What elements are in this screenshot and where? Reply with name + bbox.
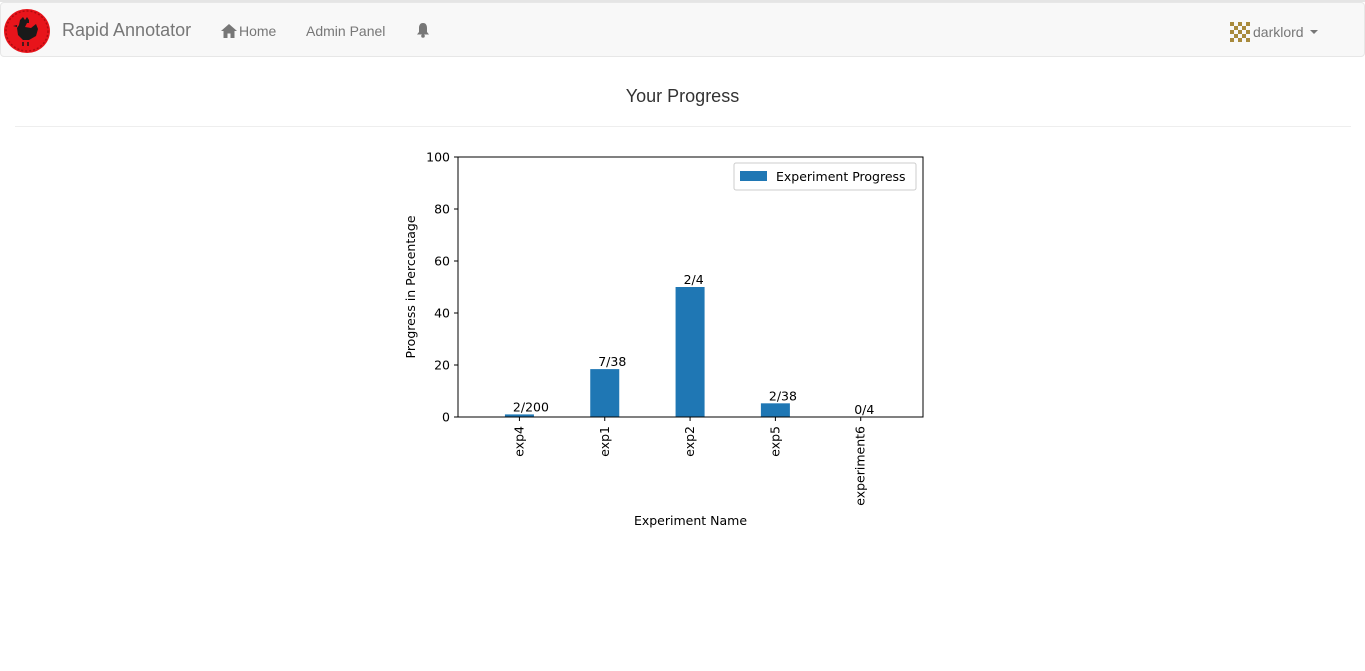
brand-link[interactable]: Rapid Annotator: [62, 20, 191, 41]
legend-swatch: [740, 171, 767, 181]
navbar: Rapid Annotator Home Admin Panel darklor…: [0, 2, 1365, 57]
y-tick-label-0: 0: [442, 410, 450, 425]
progress-chart: 2/200 exp4 7/38 exp1 2/4 exp2 2/38 exp5 0/4 exper…: [403, 150, 924, 528]
x-tick-label-exp2: exp2: [682, 426, 697, 457]
home-icon: [221, 24, 237, 38]
y-axis-label: Progress in Percentage: [403, 215, 418, 358]
bar-exp2: [675, 287, 705, 417]
y-tick-label-60: 60: [434, 254, 450, 269]
bell-icon: [417, 23, 429, 38]
identicon-avatar-icon: [1230, 22, 1250, 42]
data-label-exp5: 2/38: [769, 388, 797, 403]
bar-exp1: [590, 369, 620, 417]
x-tick-label-experiment6: experiment6: [853, 426, 868, 506]
y-tick-label-40: 40: [434, 306, 450, 321]
nav-notifications-link[interactable]: [415, 22, 431, 38]
y-tick-label-100: 100: [426, 150, 450, 165]
bar-exp5: [760, 403, 790, 417]
data-label-experiment6: 0/4: [854, 402, 874, 417]
x-tick-label-exp1: exp1: [597, 426, 612, 457]
data-label-exp1: 7/38: [598, 354, 626, 369]
nav-home-label: Home: [239, 23, 277, 39]
nav-admin-panel-link[interactable]: Admin Panel: [306, 23, 385, 39]
user-name: darklord: [1253, 24, 1304, 40]
page-title: Your Progress: [625, 86, 740, 106]
caret-down-icon: [1309, 30, 1318, 34]
rooster-logo-icon[interactable]: [3, 8, 51, 54]
x-tick-label-exp4: exp4: [511, 426, 526, 457]
data-label-exp4: 2/200: [513, 399, 549, 414]
data-label-exp2: 2/4: [684, 272, 704, 287]
y-tick-label-20: 20: [434, 358, 450, 373]
y-tick-label-80: 80: [434, 202, 450, 217]
x-axis-label: Experiment Name: [634, 513, 747, 528]
x-tick-label-exp5: exp5: [767, 426, 782, 457]
nav-home-link[interactable]: Home: [221, 23, 276, 39]
legend-label: Experiment Progress: [776, 169, 906, 184]
title-divider: [15, 126, 1351, 127]
user-menu-toggle[interactable]: darklord: [1230, 22, 1318, 42]
